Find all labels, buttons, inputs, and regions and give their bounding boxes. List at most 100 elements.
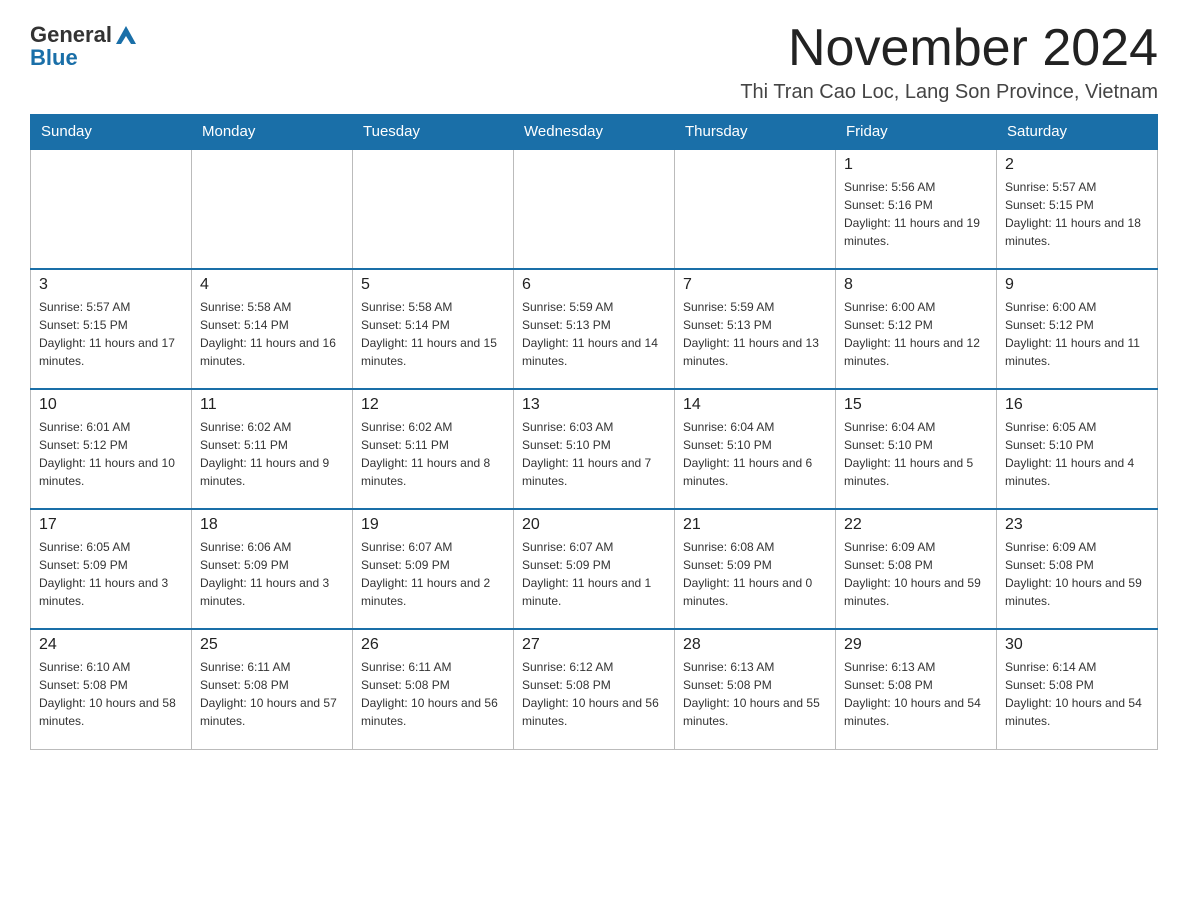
day-sun-info: Sunrise: 6:07 AM Sunset: 5:09 PM Dayligh…	[522, 538, 666, 610]
table-row: 7 Sunrise: 5:59 AM Sunset: 5:13 PM Daylig…	[675, 269, 836, 389]
day-sun-info: Sunrise: 6:01 AM Sunset: 5:12 PM Dayligh…	[39, 418, 183, 490]
day-sun-info: Sunrise: 6:06 AM Sunset: 5:09 PM Dayligh…	[200, 538, 344, 610]
day-sun-info: Sunrise: 6:14 AM Sunset: 5:08 PM Dayligh…	[1005, 658, 1149, 730]
day-number: 2	[1005, 156, 1149, 174]
table-row: 19 Sunrise: 6:07 AM Sunset: 5:09 PM Dayli…	[353, 509, 514, 629]
day-sun-info: Sunrise: 6:08 AM Sunset: 5:09 PM Dayligh…	[683, 538, 827, 610]
day-sun-info: Sunrise: 5:57 AM Sunset: 5:15 PM Dayligh…	[1005, 178, 1149, 250]
calendar-week-row: 1 Sunrise: 5:56 AM Sunset: 5:16 PM Daylig…	[31, 149, 1158, 269]
day-sun-info: Sunrise: 6:00 AM Sunset: 5:12 PM Dayligh…	[1005, 298, 1149, 370]
table-row: 3 Sunrise: 5:57 AM Sunset: 5:15 PM Daylig…	[31, 269, 192, 389]
table-row: 4Sunrise: 5:58 AM Sunset: 5:14 PM Daylig…	[192, 269, 353, 389]
table-row	[192, 149, 353, 269]
day-number: 15	[844, 396, 988, 414]
table-row: 17 Sunrise: 6:05 AM Sunset: 5:09 PM Dayli…	[31, 509, 192, 629]
table-row: 14 Sunrise: 6:04 AM Sunset: 5:10 PM Dayli…	[675, 389, 836, 509]
day-number: 24	[39, 636, 183, 654]
day-sun-info: Sunrise: 6:04 AM Sunset: 5:10 PM Dayligh…	[683, 418, 827, 490]
day-sun-info: Sunrise: 5:56 AM Sunset: 5:16 PM Dayligh…	[844, 178, 988, 250]
table-row: 28Sunrise: 6:13 AM Sunset: 5:08 PM Dayli…	[675, 629, 836, 749]
day-number: 17	[39, 516, 183, 534]
table-row: 21 Sunrise: 6:08 AM Sunset: 5:09 PM Dayli…	[675, 509, 836, 629]
day-number: 4	[200, 276, 344, 294]
day-sun-info: Sunrise: 6:02 AM Sunset: 5:11 PM Dayligh…	[200, 418, 344, 490]
table-row: 29 Sunrise: 6:13 AM Sunset: 5:08 PM Dayli…	[836, 629, 997, 749]
day-number: 8	[844, 276, 988, 294]
day-sun-info: Sunrise: 6:13 AM Sunset: 5:08 PM Dayligh…	[683, 658, 827, 730]
table-row	[31, 149, 192, 269]
day-sun-info: Sunrise: 6:10 AM Sunset: 5:08 PM Dayligh…	[39, 658, 183, 730]
header-thursday: Thursday	[675, 115, 836, 150]
day-sun-info: Sunrise: 6:03 AM Sunset: 5:10 PM Dayligh…	[522, 418, 666, 490]
day-sun-info: Sunrise: 5:57 AM Sunset: 5:15 PM Dayligh…	[39, 298, 183, 370]
table-row: 12Sunrise: 6:02 AM Sunset: 5:11 PM Dayli…	[353, 389, 514, 509]
calendar-week-row: 3 Sunrise: 5:57 AM Sunset: 5:15 PM Daylig…	[31, 269, 1158, 389]
table-row: 2 Sunrise: 5:57 AM Sunset: 5:15 PM Daylig…	[997, 149, 1158, 269]
day-sun-info: Sunrise: 5:58 AM Sunset: 5:14 PM Dayligh…	[361, 298, 505, 370]
day-number: 14	[683, 396, 827, 414]
logo-blue-text: Blue	[30, 45, 78, 71]
header-friday: Friday	[836, 115, 997, 150]
day-number: 11	[200, 396, 344, 414]
day-number: 22	[844, 516, 988, 534]
day-number: 21	[683, 516, 827, 534]
day-sun-info: Sunrise: 5:59 AM Sunset: 5:13 PM Dayligh…	[683, 298, 827, 370]
header-sunday: Sunday	[31, 115, 192, 150]
day-number: 18	[200, 516, 344, 534]
table-row: 11 Sunrise: 6:02 AM Sunset: 5:11 PM Dayli…	[192, 389, 353, 509]
day-sun-info: Sunrise: 6:05 AM Sunset: 5:10 PM Dayligh…	[1005, 418, 1149, 490]
logo-general-text: General	[30, 22, 112, 48]
day-number: 19	[361, 516, 505, 534]
logo: General Blue	[30, 20, 136, 71]
day-number: 30	[1005, 636, 1149, 654]
table-row: 6 Sunrise: 5:59 AM Sunset: 5:13 PM Daylig…	[514, 269, 675, 389]
table-row	[675, 149, 836, 269]
day-number: 1	[844, 156, 988, 174]
day-sun-info: Sunrise: 6:11 AM Sunset: 5:08 PM Dayligh…	[361, 658, 505, 730]
day-sun-info: Sunrise: 6:09 AM Sunset: 5:08 PM Dayligh…	[844, 538, 988, 610]
calendar-week-row: 24 Sunrise: 6:10 AM Sunset: 5:08 PM Dayli…	[31, 629, 1158, 749]
table-row: 26 Sunrise: 6:11 AM Sunset: 5:08 PM Dayli…	[353, 629, 514, 749]
day-number: 27	[522, 636, 666, 654]
table-row: 18 Sunrise: 6:06 AM Sunset: 5:09 PM Dayli…	[192, 509, 353, 629]
month-title: November 2024	[740, 20, 1158, 77]
day-number: 3	[39, 276, 183, 294]
location-subtitle: Thi Tran Cao Loc, Lang Son Province, Vie…	[740, 81, 1158, 104]
table-row: 16Sunrise: 6:05 AM Sunset: 5:10 PM Dayli…	[997, 389, 1158, 509]
day-number: 9	[1005, 276, 1149, 294]
table-row: 5Sunrise: 5:58 AM Sunset: 5:14 PM Daylig…	[353, 269, 514, 389]
calendar-header-row: Sunday Monday Tuesday Wednesday Thursday…	[31, 115, 1158, 150]
table-row: 27 Sunrise: 6:12 AM Sunset: 5:08 PM Dayli…	[514, 629, 675, 749]
day-number: 23	[1005, 516, 1149, 534]
table-row: 30 Sunrise: 6:14 AM Sunset: 5:08 PM Dayli…	[997, 629, 1158, 749]
table-row: 13 Sunrise: 6:03 AM Sunset: 5:10 PM Dayli…	[514, 389, 675, 509]
table-row: 24 Sunrise: 6:10 AM Sunset: 5:08 PM Dayli…	[31, 629, 192, 749]
day-sun-info: Sunrise: 6:12 AM Sunset: 5:08 PM Dayligh…	[522, 658, 666, 730]
day-sun-info: Sunrise: 6:07 AM Sunset: 5:09 PM Dayligh…	[361, 538, 505, 610]
calendar-week-row: 17 Sunrise: 6:05 AM Sunset: 5:09 PM Dayli…	[31, 509, 1158, 629]
calendar-table: Sunday Monday Tuesday Wednesday Thursday…	[30, 114, 1158, 750]
table-row: 10Sunrise: 6:01 AM Sunset: 5:12 PM Dayli…	[31, 389, 192, 509]
logo-triangle-icon	[116, 22, 136, 44]
day-number: 6	[522, 276, 666, 294]
header-wednesday: Wednesday	[514, 115, 675, 150]
day-number: 7	[683, 276, 827, 294]
header-monday: Monday	[192, 115, 353, 150]
table-row: 22 Sunrise: 6:09 AM Sunset: 5:08 PM Dayli…	[836, 509, 997, 629]
day-sun-info: Sunrise: 5:59 AM Sunset: 5:13 PM Dayligh…	[522, 298, 666, 370]
table-row: 25Sunrise: 6:11 AM Sunset: 5:08 PM Dayli…	[192, 629, 353, 749]
day-number: 26	[361, 636, 505, 654]
header-saturday: Saturday	[997, 115, 1158, 150]
day-sun-info: Sunrise: 6:13 AM Sunset: 5:08 PM Dayligh…	[844, 658, 988, 730]
table-row: 8Sunrise: 6:00 AM Sunset: 5:12 PM Daylig…	[836, 269, 997, 389]
table-row: 20 Sunrise: 6:07 AM Sunset: 5:09 PM Dayli…	[514, 509, 675, 629]
table-row: 23 Sunrise: 6:09 AM Sunset: 5:08 PM Dayli…	[997, 509, 1158, 629]
day-number: 13	[522, 396, 666, 414]
page-header: General Blue November 2024 Thi Tran Cao …	[30, 20, 1158, 104]
day-sun-info: Sunrise: 6:05 AM Sunset: 5:09 PM Dayligh…	[39, 538, 183, 610]
day-sun-info: Sunrise: 6:04 AM Sunset: 5:10 PM Dayligh…	[844, 418, 988, 490]
day-number: 20	[522, 516, 666, 534]
table-row: 9 Sunrise: 6:00 AM Sunset: 5:12 PM Daylig…	[997, 269, 1158, 389]
day-number: 29	[844, 636, 988, 654]
day-sun-info: Sunrise: 6:09 AM Sunset: 5:08 PM Dayligh…	[1005, 538, 1149, 610]
